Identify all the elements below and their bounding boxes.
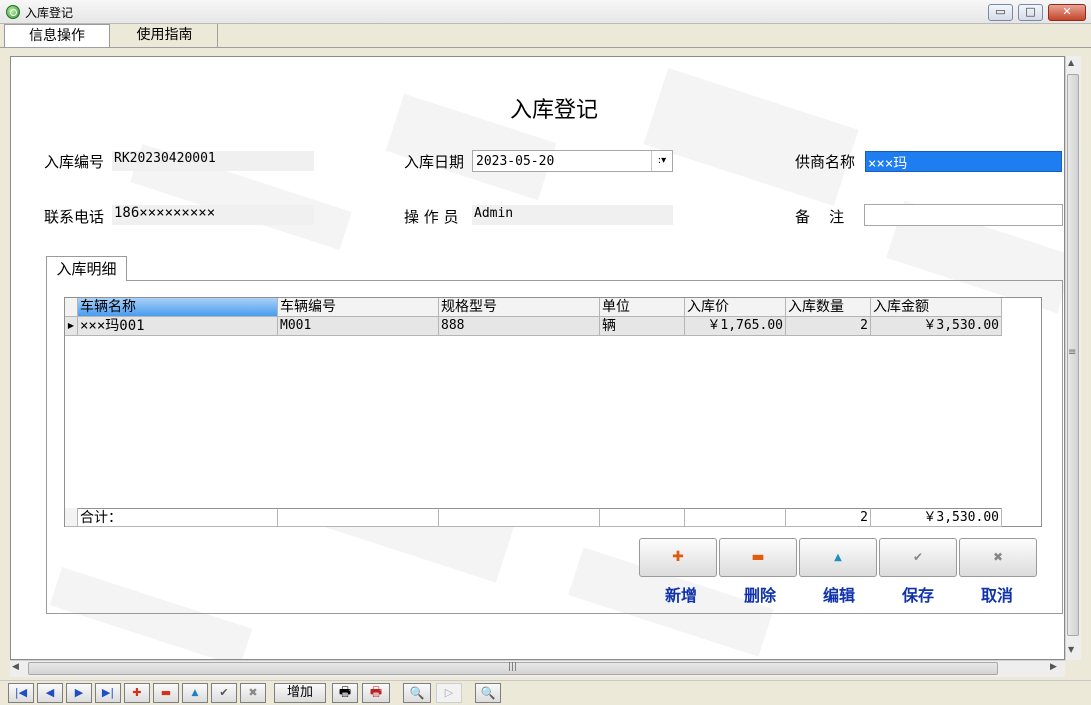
footer-cell [278,508,439,527]
x-icon: ✖ [992,550,1004,564]
chevron-down-icon[interactable]: :▾ [651,151,672,171]
table-cell[interactable]: 辆 [600,317,685,336]
check-icon: ✔ [912,550,924,564]
tab-entry-detail[interactable]: 入库明细 [46,256,127,281]
footer-amount-total: ￥3,530.00 [871,508,1002,527]
cancel-button-label[interactable]: 取消 [958,582,1036,606]
col-unit[interactable]: 单位 [600,298,685,317]
close-button[interactable]: ✕ [1048,4,1086,21]
footer-qty-total: 2 [786,508,871,527]
nav-edit-icon[interactable]: ▲ [182,683,208,703]
current-row-indicator-icon: ▶ [65,317,78,336]
save-button-label[interactable]: 保存 [879,582,957,606]
entry-no-value: RK20230420001 [114,151,216,166]
nav-save-icon[interactable]: ✔ [211,683,237,703]
operator-label: 操 作 员 [404,208,459,226]
page-title: 入库登记 [510,98,599,123]
minus-icon: ▬ [751,549,765,565]
add-button-label[interactable]: 新增 [642,582,720,606]
supplier-label: 供商名称 [795,153,856,171]
next-record-icon[interactable]: ▶ [66,683,92,703]
col-vehicle-name[interactable]: 车辆名称 [78,298,278,317]
title-bar [0,0,1091,24]
scroll-down-icon[interactable]: ▼ [1068,645,1074,654]
print-export-icon[interactable]: 🖶 [362,683,390,703]
edit-button-label[interactable]: 编辑 [800,582,878,606]
add-button[interactable]: ✚ [639,538,717,577]
print-icon[interactable]: 🖶 [332,683,358,703]
table-cell[interactable]: 2 [786,317,871,336]
scroll-up-icon[interactable]: ▲ [1068,58,1074,67]
remark-input[interactable] [864,204,1063,226]
phone-value: 186××××××××× [114,205,216,221]
delete-button-label[interactable]: 删除 [721,582,799,606]
tab-user-guide[interactable]: 使用指南 [112,24,218,47]
nav-add-icon[interactable]: ✚ [124,683,150,703]
prev-record-icon[interactable]: ◀ [37,683,63,703]
footer-cell [600,508,685,527]
grip-icon: ≡ [1068,347,1077,358]
footer-row-header-cell [65,508,78,527]
nav-cancel-icon[interactable]: ✖ [240,683,266,703]
table-cell[interactable]: ×××玛001 [78,317,278,336]
footer-total-label: 合计： [78,508,278,527]
nav-delete-icon[interactable]: ▬ [153,683,179,703]
nav-add-button[interactable]: 增加 [274,683,326,703]
scroll-right-icon[interactable]: ▶ [1050,662,1057,672]
table-cell[interactable]: 888 [439,317,600,336]
footer-cell [685,508,786,527]
entry-date-value: 2023-05-20 [476,154,555,169]
table-cell[interactable]: M001 [278,317,439,336]
col-vehicle-no[interactable]: 车辆编号 [278,298,439,317]
col-amount[interactable]: 入库金额 [871,298,1002,317]
col-price[interactable]: 入库价 [685,298,786,317]
minimize-button[interactable]: ▭ [988,4,1013,21]
save-button[interactable]: ✔ [879,538,957,577]
supplier-value: ×××玛 [868,156,908,172]
plus-icon: ✚ [672,549,684,565]
detail-grid[interactable]: ▶ 车辆名称 车辆编号 规格型号 单位 入库价 入库数量 入库金额 ×××玛00… [64,297,1042,527]
window-title: 入库登记 [25,6,74,20]
operator-value: Admin [474,206,514,221]
entry-date-label: 入库日期 [404,153,465,171]
cancel-button[interactable]: ✖ [959,538,1037,577]
scroll-left-icon[interactable]: ◀ [12,662,19,672]
grip-icon: ||| [508,662,518,672]
zoom-icon[interactable]: 🔍 [475,683,501,703]
tab-info-operation[interactable]: 信息操作 [4,24,110,47]
edit-button[interactable]: ▲ [799,538,877,577]
up-triangle-icon: ▲ [834,552,842,563]
print-preview-icon[interactable]: 🔍 [403,683,431,703]
table-cell[interactable]: ￥1,765.00 [685,317,786,336]
phone-label: 联系电话 [44,208,105,226]
maximize-button[interactable]: □ [1018,4,1043,21]
row-header-cell [65,298,78,317]
last-record-icon[interactable]: ▶| [95,683,121,703]
delete-button[interactable]: ▬ [719,538,797,577]
table-cell[interactable]: ￥3,530.00 [871,317,1002,336]
first-record-icon[interactable]: |◀ [8,683,34,703]
remark-label: 备 注 [795,208,845,226]
footer-cell [439,508,600,527]
col-spec[interactable]: 规格型号 [439,298,600,317]
app-icon [6,5,20,19]
entry-no-label: 入库编号 [44,153,105,171]
col-qty[interactable]: 入库数量 [786,298,871,317]
play-icon[interactable]: ▷ [436,683,462,703]
